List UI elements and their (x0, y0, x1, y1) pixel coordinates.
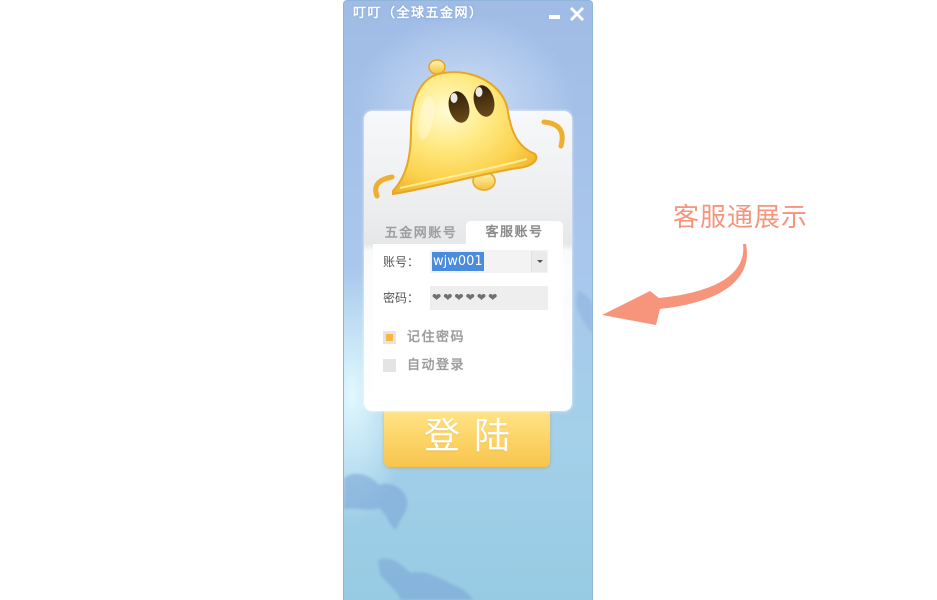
login-form: 账号： wjw001 密码： ❤❤❤❤❤❤ 记住密码 自动登录 (373, 244, 563, 399)
password-field[interactable]: ❤❤❤❤❤❤ (430, 286, 548, 310)
password-label: 密码： (383, 291, 420, 305)
auto-login-label[interactable]: 自动登录 (407, 359, 465, 373)
login-window: 叮叮（全球五金网） 五金网账号 客服账号 账号： wjw001 密码： ❤❤❤❤… (343, 0, 593, 600)
bell-mascot-logo (373, 59, 565, 199)
window-title: 叮叮（全球五金网） (353, 6, 484, 21)
close-icon[interactable] (570, 7, 584, 21)
title-bar[interactable]: 叮叮（全球五金网） (344, 1, 592, 27)
auto-login-checkbox[interactable] (383, 359, 396, 372)
bell-body (392, 71, 538, 196)
password-mask: ❤❤❤❤❤❤ (432, 291, 500, 304)
minimize-icon[interactable] (548, 7, 561, 20)
annotation-label: 客服通展示 (673, 203, 809, 233)
bell-knob (428, 59, 446, 75)
tab-service-account[interactable]: 客服账号 (466, 221, 563, 244)
tab-hardware-account[interactable]: 五金网账号 (377, 223, 465, 244)
login-button[interactable]: 登陆 (384, 407, 550, 467)
remember-password-label[interactable]: 记住密码 (407, 331, 465, 345)
tab-label: 五金网账号 (384, 226, 458, 241)
tab-label: 客服账号 (485, 225, 544, 240)
remember-password-checkbox[interactable] (383, 331, 396, 344)
account-label: 账号： (383, 255, 420, 269)
account-dropdown-button[interactable] (531, 251, 547, 272)
account-combobox[interactable]: wjw001 (430, 250, 548, 273)
account-value[interactable]: wjw001 (432, 252, 484, 271)
chevron-down-icon (537, 260, 543, 263)
curved-arrow-icon (602, 244, 747, 325)
